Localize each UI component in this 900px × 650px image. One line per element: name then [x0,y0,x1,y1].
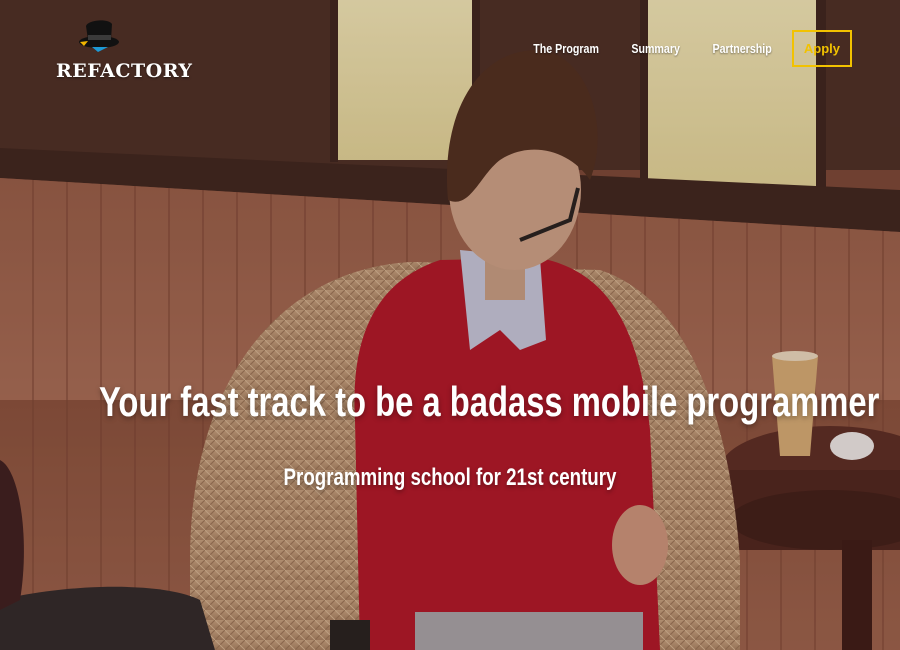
hero-title: Your fast track to be a badass mobile pr… [99,378,880,425]
fedora-hat-icon [79,20,119,52]
nav-link-partnership[interactable]: Partnership [712,41,771,56]
apply-button[interactable]: Apply [791,30,852,67]
nav-link-the-program[interactable]: The Program [533,41,599,56]
main-nav: The Program Summary Partnership Apply [506,30,852,67]
hero-subtitle: Programming school for 21st century [283,464,617,491]
brand-wordmark: REFACTORY [56,60,193,82]
hero-section: REFACTORY The Program Summary Partnershi… [0,0,900,650]
hero-overlay [0,0,900,650]
brand-logo[interactable]: REFACTORY [56,16,192,84]
nav-link-summary[interactable]: Summary [632,41,681,56]
